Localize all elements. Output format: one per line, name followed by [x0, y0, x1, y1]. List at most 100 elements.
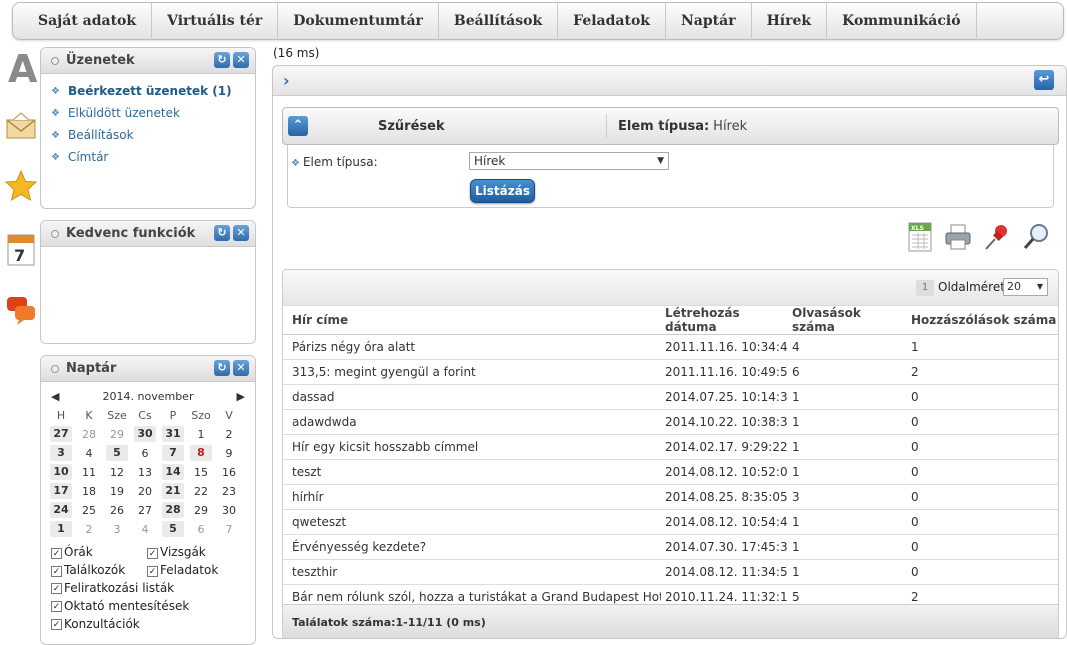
calendar-icon[interactable]: 7 [4, 230, 38, 270]
checkbox-icon[interactable]: ✓ [147, 566, 158, 577]
nav-item-kommunikacio[interactable]: Kommunikáció [827, 2, 977, 40]
calendar-day[interactable]: 29 [103, 425, 131, 444]
calendar-day[interactable]: 3 [103, 520, 131, 539]
table-row[interactable]: Párizs négy óra alatt 2011.11.16. 10:34:4… [283, 334, 1058, 360]
checkbox-icon[interactable]: ✓ [51, 566, 62, 577]
calendar-day[interactable]: 1 [187, 425, 215, 444]
table-row[interactable]: Érvényesség kezdete? 2014.07.30. 17:45:34… [283, 534, 1058, 560]
calendar-day[interactable]: 2 [75, 520, 103, 539]
next-month-icon[interactable]: ▶ [237, 390, 245, 403]
page-number[interactable]: 1 [916, 280, 934, 296]
checkbox-icon[interactable]: ✓ [51, 548, 62, 559]
calendar-day[interactable]: 3 [50, 445, 72, 461]
search-icon[interactable] [1019, 220, 1053, 254]
calendar-day[interactable]: 28 [75, 425, 103, 444]
calendar-day[interactable]: 5 [106, 445, 128, 461]
message-item-addressbook[interactable]: ❖ Címtár [51, 146, 255, 168]
news-title[interactable]: 313,5: megint gyengül a forint [283, 359, 661, 385]
nav-item-naptar[interactable]: Naptár [666, 2, 752, 40]
news-title[interactable]: Hír egy kicsit hosszabb címmel [283, 434, 661, 460]
calendar-day[interactable]: 1 [50, 521, 72, 537]
checkbox-oktato-mentesitesek[interactable]: ✓ Oktató mentesítések [51, 597, 245, 615]
element-type-select[interactable]: Hírek ▼ [469, 152, 669, 170]
calendar-day[interactable]: 20 [131, 482, 159, 501]
close-icon[interactable]: ✕ [233, 52, 249, 68]
refresh-icon[interactable]: ↻ [214, 52, 230, 68]
calendar-day[interactable]: 9 [215, 444, 243, 463]
calendar-day[interactable]: 12 [103, 463, 131, 482]
column-header-reads[interactable]: Olvasások száma [788, 306, 907, 335]
calendar-day[interactable]: 30 [134, 426, 156, 442]
calendar-day[interactable]: 24 [50, 502, 72, 518]
column-header-created[interactable]: Létrehozás dátuma [661, 306, 788, 335]
table-row[interactable]: adawdwda 2014.10.22. 10:38:35 1 0 [283, 409, 1058, 435]
checkbox-talalkozok[interactable]: ✓ Találkozók [51, 563, 147, 577]
calendar-day[interactable]: 4 [131, 520, 159, 539]
back-icon[interactable]: ↩ [1034, 70, 1054, 90]
printer-icon[interactable] [941, 220, 975, 254]
news-title[interactable]: hírhír [283, 484, 661, 510]
calendar-day[interactable]: 25 [75, 501, 103, 520]
calendar-day[interactable]: 19 [103, 482, 131, 501]
nav-item-dokumentumtar[interactable]: Dokumentumtár [278, 2, 439, 40]
calendar-day[interactable]: 30 [215, 501, 243, 520]
nav-item-beallitasok[interactable]: Beállítások [439, 2, 559, 40]
calendar-day[interactable]: 23 [215, 482, 243, 501]
expand-chevron-icon[interactable]: › [283, 71, 290, 90]
prev-month-icon[interactable]: ◀ [51, 390, 59, 403]
news-title[interactable]: dassad [283, 384, 661, 410]
nav-item-sajat-adatok[interactable]: Saját adatok [25, 2, 153, 40]
calendar-day[interactable]: 22 [187, 482, 215, 501]
calendar-day[interactable]: 6 [131, 444, 159, 463]
checkbox-orak[interactable]: ✓ Órák [51, 545, 147, 559]
calendar-day[interactable]: 27 [131, 501, 159, 520]
calendar-day[interactable]: 27 [50, 426, 72, 442]
calendar-day[interactable]: 6 [187, 520, 215, 539]
table-row[interactable]: 313,5: megint gyengül a forint 2011.11.16… [283, 359, 1058, 385]
close-icon[interactable]: ✕ [233, 225, 249, 241]
refresh-icon[interactable]: ↻ [214, 360, 230, 376]
calendar-day[interactable]: 18 [75, 482, 103, 501]
calendar-day[interactable]: 29 [187, 501, 215, 520]
calendar-day[interactable]: 31 [162, 426, 184, 442]
column-header-comments[interactable]: Hozzászólások száma [907, 306, 1058, 335]
calendar-day[interactable]: 10 [50, 464, 72, 480]
message-item-inbox[interactable]: ❖ Beérkezett üzenetek (1) [51, 80, 255, 102]
checkbox-icon[interactable]: ✓ [147, 548, 158, 559]
table-row[interactable]: teszt 2014.08.12. 10:52:08 1 0 [283, 459, 1058, 485]
calendar-day[interactable]: 4 [75, 444, 103, 463]
column-header-title[interactable]: Hír címe [283, 306, 661, 335]
calendar-day[interactable]: 16 [215, 463, 243, 482]
calendar-day[interactable]: 7 [162, 445, 184, 461]
calendar-day[interactable]: 17 [50, 483, 72, 499]
news-title[interactable]: qweteszt [283, 509, 661, 535]
calendar-day[interactable]: 13 [131, 463, 159, 482]
collapse-icon[interactable]: ⌃ [288, 116, 308, 136]
checkbox-vizsgak[interactable]: ✓ Vizsgák [147, 545, 206, 559]
calendar-day[interactable]: 2 [215, 425, 243, 444]
nav-item-virtualis-ter[interactable]: Virtuális tér [152, 2, 279, 40]
calendar-day[interactable]: 15 [187, 463, 215, 482]
list-button[interactable]: Listázás [470, 179, 535, 203]
calendar-day-today[interactable]: 8 [190, 445, 212, 461]
checkbox-icon[interactable]: ✓ [51, 582, 62, 594]
news-title[interactable]: teszt [283, 459, 661, 485]
table-row[interactable]: Hír egy kicsit hosszabb címmel 2014.02.17… [283, 434, 1058, 460]
calendar-day[interactable]: 26 [103, 501, 131, 520]
envelope-icon[interactable] [4, 106, 38, 146]
checkbox-icon[interactable]: ✓ [51, 600, 62, 612]
news-title[interactable]: adawdwda [283, 409, 661, 435]
news-title[interactable]: Párizs négy óra alatt [283, 334, 661, 360]
checkbox-konzultaciok[interactable]: ✓ Konzultációk [51, 615, 245, 633]
chat-bubbles-icon[interactable] [4, 290, 38, 330]
page-size-select[interactable]: 20 ▼ [1003, 278, 1048, 296]
calendar-day[interactable]: 14 [162, 464, 184, 480]
message-item-sent[interactable]: ❖ Elküldött üzenetek [51, 102, 255, 124]
calendar-day[interactable]: 21 [162, 483, 184, 499]
table-row[interactable]: qweteszt 2014.08.12. 10:54:40 1 0 [283, 509, 1058, 535]
excel-export-icon[interactable]: XLS [903, 220, 937, 254]
star-icon[interactable] [4, 166, 38, 206]
checkbox-icon[interactable]: ✓ [51, 618, 62, 630]
pin-icon[interactable] [980, 220, 1014, 254]
table-row[interactable]: teszthir 2014.08.12. 11:34:54 1 0 [283, 559, 1058, 585]
